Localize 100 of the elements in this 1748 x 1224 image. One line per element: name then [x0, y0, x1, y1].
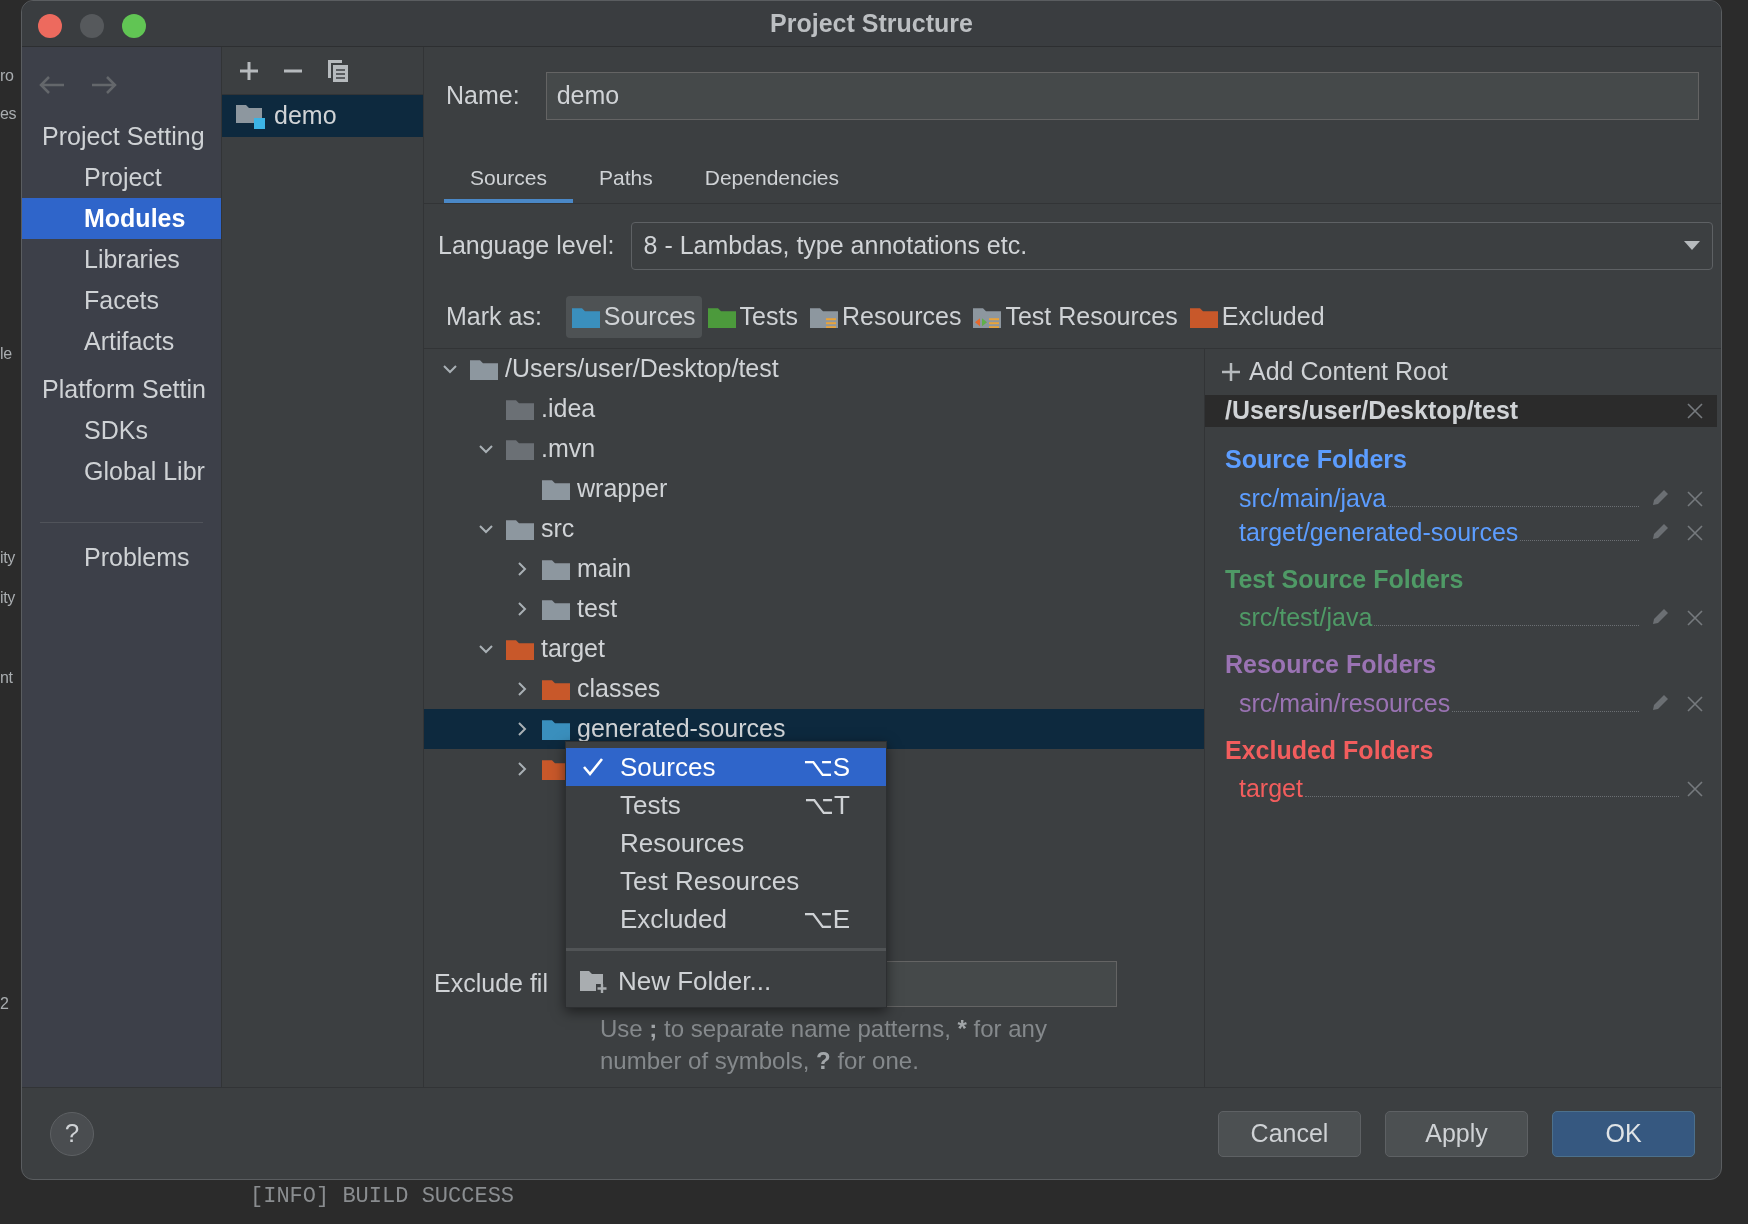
checkmark-icon	[582, 757, 604, 777]
selected-tree-row[interactable]: generated-sources	[424, 709, 1204, 749]
close-icon[interactable]	[1687, 403, 1703, 419]
mark-as-button[interactable]: Tests	[701, 296, 804, 338]
menu-item[interactable]: Resources	[566, 824, 886, 862]
menu-item-label: Resources	[620, 826, 745, 860]
folder-icon	[506, 437, 534, 461]
forward-arrow-icon[interactable]	[90, 75, 118, 95]
menu-item-label: Test Resources	[620, 864, 800, 898]
language-level-label: Language level:	[438, 230, 615, 262]
mark-as-label: Mark as:	[446, 301, 542, 333]
copy-icon[interactable]	[326, 57, 350, 84]
sidebar-item[interactable]: Artifacts	[22, 321, 221, 362]
dialog-button[interactable]: Cancel	[1218, 1110, 1361, 1157]
sidebar-item[interactable]: Project	[22, 157, 221, 198]
window-title: Project Structure	[770, 7, 973, 39]
menu-item[interactable]: Sources ⌥S	[566, 748, 886, 786]
background-text: ity	[0, 588, 15, 608]
sidebar-heading: Project Setting	[41, 121, 206, 153]
pencil-icon[interactable]	[1651, 606, 1671, 626]
tab[interactable]: Paths	[573, 157, 679, 203]
dropdown-caret-icon	[1684, 241, 1700, 251]
folder-icon	[506, 637, 534, 661]
sidebar-item[interactable]: Modules	[22, 198, 221, 239]
zoom-window-button[interactable]	[122, 14, 146, 38]
background-text: ro	[0, 66, 14, 86]
remove-icon[interactable]	[1687, 610, 1703, 626]
mark-as-button[interactable]: Sources	[565, 296, 702, 338]
module-item[interactable]: demo	[222, 95, 423, 137]
folder-group-title: Test Source Folders	[1225, 563, 1465, 595]
remove-icon[interactable]	[1687, 490, 1703, 507]
tab[interactable]: Sources	[444, 157, 574, 203]
back-arrow-icon[interactable]	[38, 75, 66, 95]
menu-item[interactable]: Test Resources	[566, 862, 886, 900]
folder-name: classes	[577, 673, 661, 705]
folder-path[interactable]: target/generated-sources	[1239, 516, 1519, 547]
sidebar-heading: Platform Settin	[41, 374, 207, 406]
menu-item[interactable]: Excluded ⌥E	[566, 900, 886, 938]
name-field[interactable]: demo	[545, 72, 1699, 120]
folder-icon	[506, 517, 534, 541]
shortcut-label: ⌥E	[802, 902, 850, 936]
folder-icon	[542, 677, 570, 701]
menu-item-label: Excluded	[620, 902, 727, 936]
background-text: le	[0, 344, 12, 364]
menu-item-label: Tests	[620, 788, 681, 822]
sidebar-item[interactable]: SDKs	[22, 410, 221, 451]
menu-item-label: Sources	[620, 750, 716, 784]
folder-name: generated-sources	[577, 713, 786, 745]
folder-icon	[506, 397, 534, 421]
folder-group-title: Resource Folders	[1225, 649, 1438, 680]
folder-name: target	[541, 633, 605, 665]
folder-group-title: Excluded Folders	[1225, 734, 1435, 766]
folder-name: .mvn	[541, 433, 596, 465]
folder-icon	[542, 557, 570, 581]
folder-icon	[571, 305, 600, 329]
sidebar-item[interactable]: Libraries	[22, 239, 221, 280]
content-root-path: /Users/user/Desktop/test	[1225, 395, 1519, 427]
folder-group-title: Source Folders	[1225, 444, 1408, 475]
folder-icon	[542, 597, 570, 621]
mark-as-button[interactable]: Test Resources	[967, 296, 1184, 338]
help-button[interactable]: ?	[50, 1111, 94, 1156]
sidebar-item[interactable]: Problems	[22, 537, 221, 578]
folder-name: main	[577, 553, 632, 585]
add-content-root-button[interactable]: Add Content Root	[1221, 353, 1448, 391]
background-text: ity	[0, 548, 15, 568]
menu-item[interactable]: New Folder...	[566, 961, 886, 1001]
background-text: es	[0, 104, 17, 124]
folder-name: test	[577, 593, 618, 625]
language-level-dropdown[interactable]: 8 - Lambdas, type annotations etc.	[630, 222, 1713, 270]
shortcut-label: ⌥T	[804, 788, 850, 822]
dialog-button[interactable]: Apply	[1385, 1110, 1528, 1157]
background-text: nt	[0, 668, 13, 688]
sidebar-item[interactable]: Global Libr	[22, 451, 221, 492]
remove-icon[interactable]	[1687, 524, 1703, 541]
module-folder-icon	[236, 103, 266, 129]
folder-icon	[707, 305, 736, 329]
sidebar-item[interactable]: Facets	[22, 280, 221, 321]
new-folder-icon	[580, 969, 608, 993]
folder-lines-icon	[809, 305, 838, 329]
module-name: demo	[274, 100, 337, 132]
mark-as-button[interactable]: Excluded	[1183, 296, 1331, 338]
folder-icon	[542, 477, 570, 501]
close-window-button[interactable]	[38, 14, 62, 38]
folder-name: src	[541, 513, 575, 545]
folder-path[interactable]: src/main/java	[1239, 482, 1387, 513]
folder-name: wrapper	[577, 473, 668, 505]
mark-as-button[interactable]: Resources	[803, 296, 968, 338]
menu-item[interactable]: Tests ⌥T	[566, 786, 886, 824]
exclude-files-hint: Use ; to separate name patterns, * for any number of symbols, ? for one.	[600, 1014, 1048, 1076]
remove-icon[interactable]	[1687, 695, 1703, 712]
console-line: [INFO] BUILD SUCCESS	[250, 1184, 515, 1210]
dialog-button[interactable]: OK	[1552, 1110, 1695, 1157]
menu-item-label: New Folder...	[618, 964, 772, 998]
plus-icon	[1221, 362, 1241, 382]
exclude-files-label: Exclude fil	[434, 968, 549, 1000]
shortcut-label: ⌥S	[802, 750, 850, 784]
add-icon[interactable]	[238, 59, 260, 82]
folder-lines-icon	[973, 305, 1002, 329]
tab[interactable]: Dependencies	[678, 157, 865, 203]
remove-icon[interactable]	[1687, 781, 1703, 797]
